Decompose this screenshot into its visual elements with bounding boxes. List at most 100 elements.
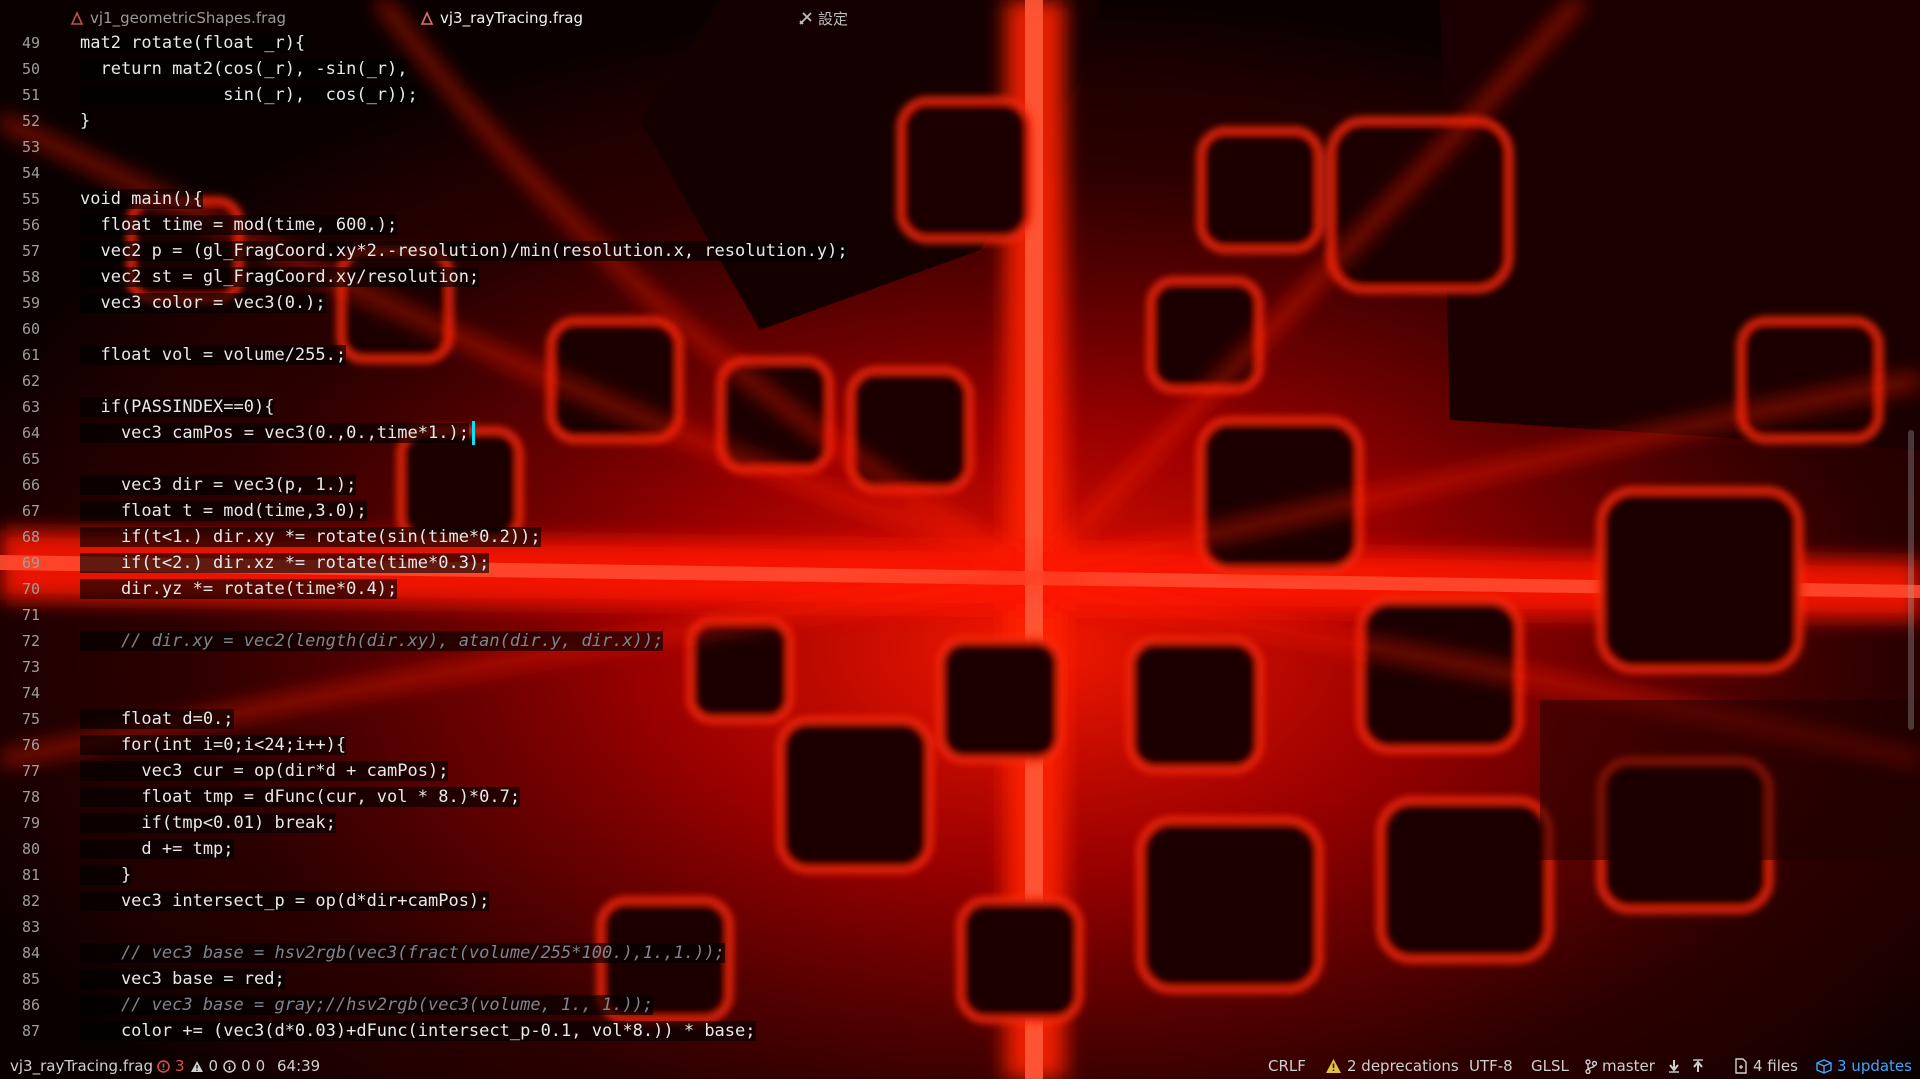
code-line[interactable]: 62 (0, 368, 1900, 394)
code-line[interactable]: 81 } (0, 862, 1900, 888)
line-number: 75 (21, 710, 40, 728)
code-line-text: vec3 camPos = vec3(0.,0.,time*1.); (80, 423, 469, 443)
status-encoding[interactable]: UTF-8 (1469, 1056, 1513, 1076)
line-number: 87 (21, 1022, 40, 1040)
code-line[interactable]: 73 (0, 654, 1900, 680)
code-line[interactable]: 58 vec2 st = gl_FragCoord.xy/resolution; (0, 264, 1900, 290)
line-number: 77 (21, 762, 40, 780)
status-file-name[interactable]: vj3_rayTracing.frag (10, 1056, 153, 1076)
line-number: 57 (21, 242, 40, 260)
code-line-text: float time = mod(time, 600.); (80, 215, 398, 235)
code-line[interactable]: 65 (0, 446, 1900, 472)
line-number: 70 (21, 580, 40, 598)
code-line[interactable]: 87 color += (vec3(d*0.03)+dFunc(intersec… (0, 1018, 1900, 1044)
warning-icon (1325, 1058, 1342, 1074)
line-number: 79 (21, 814, 40, 832)
code-line[interactable]: 68 if(t<1.) dir.xy *= rotate(sin(time*0.… (0, 524, 1900, 550)
code-line[interactable]: 59 vec3 color = vec3(0.); (0, 290, 1900, 316)
code-line[interactable]: 72 // dir.xy = vec2(length(dir.xy), atan… (0, 628, 1900, 654)
status-git-sync[interactable] (1668, 1056, 1704, 1076)
code-line[interactable]: 76 for(int i=0;i<24;i++){ (0, 732, 1900, 758)
code-line[interactable]: 66 vec3 dir = vec3(p, 1.); (0, 472, 1900, 498)
error-count: 3 (175, 1057, 185, 1075)
status-diagnostics[interactable]: 3 0 0 0 (157, 1056, 265, 1076)
line-number: 84 (21, 944, 40, 962)
code-line[interactable]: 75 float d=0.; (0, 706, 1900, 732)
tab-label: 設定 (818, 9, 849, 28)
code-line[interactable]: 83 (0, 914, 1900, 940)
code-line[interactable]: 69 if(t<2.) dir.xz *= rotate(time*0.3); (0, 550, 1900, 576)
line-number: 49 (21, 34, 40, 52)
code-line-text: float t = mod(time,3.0); (80, 501, 367, 521)
code-line-text: // vec3 base = gray;//hsv2rgb(vec3(volum… (80, 995, 654, 1015)
git-branch-icon (1585, 1058, 1597, 1074)
file-icon (420, 11, 434, 25)
code-line-text: // dir.xy = vec2(length(dir.xy), atan(di… (80, 631, 664, 651)
code-line[interactable]: 61 float vol = volume/255.; (0, 342, 1900, 368)
status-deprecations[interactable]: 2 deprecations (1325, 1056, 1459, 1076)
line-number: 51 (21, 86, 40, 104)
code-line-text: if(PASSINDEX==0){ (80, 397, 275, 417)
code-line-text: vec3 base = red; (80, 969, 285, 989)
code-line[interactable]: 50 return mat2(cos(_r), -sin(_r), (0, 56, 1900, 82)
code-line[interactable]: 70 dir.yz *= rotate(time*0.4); (0, 576, 1900, 602)
code-line-text: vec3 intersect_p = op(d*dir+camPos); (80, 891, 490, 911)
code-line-text: vec2 st = gl_FragCoord.xy/resolution; (80, 267, 480, 287)
status-grammar[interactable]: GLSL (1531, 1056, 1569, 1076)
code-line[interactable]: 49 mat2 rotate(float _r){ (0, 30, 1900, 56)
code-line-text: } (80, 111, 91, 131)
status-line-ending[interactable]: CRLF (1268, 1056, 1306, 1076)
scrollbar-thumb[interactable] (1908, 430, 1914, 730)
code-line-text: mat2 rotate(float _r){ (80, 33, 306, 53)
code-line[interactable]: 67 float t = mod(time,3.0); (0, 498, 1900, 524)
code-line[interactable]: 85 vec3 base = red; (0, 966, 1900, 992)
code-line-text: dir.yz *= rotate(time*0.4); (80, 579, 398, 599)
code-line[interactable]: 55 void main(){ (0, 186, 1900, 212)
code-line[interactable]: 86 // vec3 base = gray;//hsv2rgb(vec3(vo… (0, 992, 1900, 1018)
line-number: 63 (21, 398, 40, 416)
code-line[interactable]: 60 (0, 316, 1900, 342)
info-count: 0 (241, 1057, 251, 1075)
tab-label: vj3_rayTracing.frag (440, 9, 584, 27)
code-line[interactable]: 53 (0, 134, 1900, 160)
code-line[interactable]: 54 (0, 160, 1900, 186)
code-line[interactable]: 84 // vec3 base = hsv2rgb(vec3(fract(vol… (0, 940, 1900, 966)
code-editor[interactable]: 49 mat2 rotate(float _r){ 50 return mat2(c… (0, 30, 1900, 1055)
warning-count: 0 (208, 1057, 219, 1075)
code-line[interactable]: 77 vec3 cur = op(dir*d + camPos); (0, 758, 1900, 784)
code-line[interactable]: 82 vec3 intersect_p = op(d*dir+camPos); (0, 888, 1900, 914)
code-line[interactable]: 64 vec3 camPos = vec3(0.,0.,time*1.); (0, 420, 1900, 446)
status-cursor-position[interactable]: 64:39 (277, 1056, 320, 1076)
code-line[interactable]: 51 sin(_r), cos(_r)); (0, 82, 1900, 108)
status-bar: vj3_rayTracing.frag 3 0 0 0 64:39 CRLF 2… (0, 1052, 1920, 1079)
code-line-text: // vec3 base = hsv2rgb(vec3(fract(volume… (80, 943, 725, 963)
line-number: 81 (21, 866, 40, 884)
code-line[interactable]: 63 if(PASSINDEX==0){ (0, 394, 1900, 420)
line-number: 76 (21, 736, 40, 754)
code-line[interactable]: 78 float tmp = dFunc(cur, vol * 8.)*0.7; (0, 784, 1900, 810)
status-files[interactable]: 4 files (1734, 1056, 1798, 1076)
status-updates[interactable]: 3 updates (1816, 1056, 1912, 1076)
line-number: 64 (21, 424, 40, 442)
tab-settings[interactable]: 設定 (798, 8, 848, 28)
code-line-text: for(int i=0;i<24;i++){ (80, 735, 347, 755)
code-line[interactable]: 74 (0, 680, 1900, 706)
code-line[interactable]: 57 vec2 p = (gl_FragCoord.xy*2.-resoluti… (0, 238, 1900, 264)
text-cursor (472, 421, 476, 445)
line-number: 83 (21, 918, 40, 936)
tab-vj3-raytracing[interactable]: vj3_rayTracing.frag (420, 8, 583, 28)
code-line[interactable]: 56 float time = mod(time, 600.); (0, 212, 1900, 238)
code-line[interactable]: 79 if(tmp<0.01) break; (0, 810, 1900, 836)
line-number: 74 (21, 684, 40, 702)
fetch-down-icon (1668, 1059, 1680, 1073)
status-git-branch[interactable]: master (1585, 1056, 1655, 1076)
code-line[interactable]: 80 d += tmp; (0, 836, 1900, 862)
tab-vj1-geometricshapes[interactable]: vj1_geometricShapes.frag (70, 8, 286, 28)
code-line[interactable]: 71 (0, 602, 1900, 628)
line-number: 71 (21, 606, 40, 624)
file-icon (70, 11, 84, 25)
code-line-text: if(t<2.) dir.xz *= rotate(time*0.3); (80, 553, 490, 573)
code-line[interactable]: 52} (0, 108, 1900, 134)
line-number: 80 (21, 840, 40, 858)
line-number: 86 (21, 996, 40, 1014)
